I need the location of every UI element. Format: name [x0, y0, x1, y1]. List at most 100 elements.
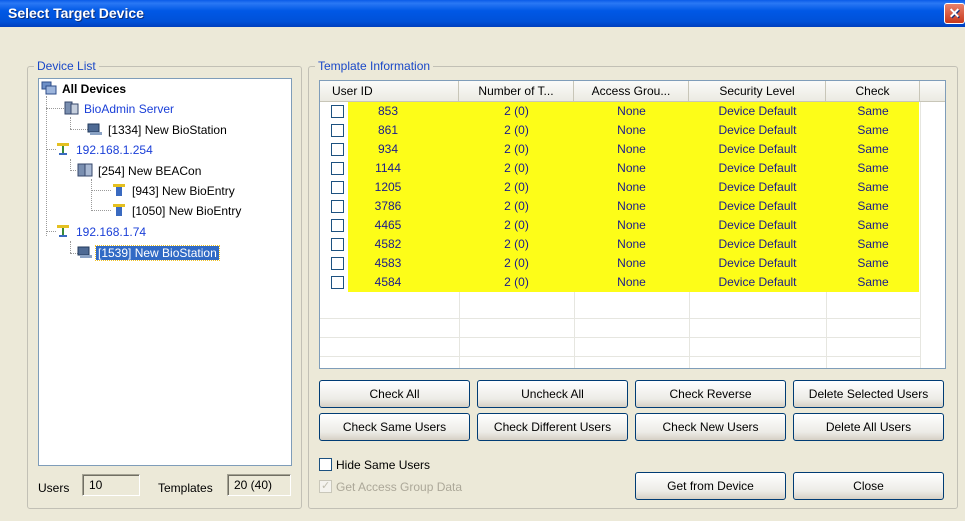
- biostation-icon: [87, 122, 103, 136]
- server-icon: [63, 101, 79, 115]
- all-devices-icon: [41, 81, 57, 95]
- cell-check: Same: [857, 256, 889, 270]
- cell-check: Same: [857, 142, 889, 156]
- title-bar: Select Target Device ✕: [0, 0, 965, 27]
- check-all-button[interactable]: Check All: [319, 380, 470, 408]
- tree-node-1334-biostation[interactable]: [1334] New BioStation: [87, 121, 229, 140]
- hide-same-users-checkbox[interactable]: [319, 458, 332, 471]
- cell-access-group: None: [617, 180, 646, 194]
- close-window-button[interactable]: ✕: [944, 3, 965, 24]
- row-checkbox[interactable]: [331, 219, 344, 232]
- row-checkbox[interactable]: [331, 143, 344, 156]
- device-list-legend: Device List: [34, 59, 99, 73]
- get-access-group-data-checkbox: [319, 479, 332, 493]
- tree-node-192-168-1-254[interactable]: 192.168.1.254: [55, 141, 155, 160]
- hide-same-users-option[interactable]: Hide Same Users: [319, 458, 430, 474]
- cell-security-level: Device Default: [718, 218, 797, 232]
- cell-check: Same: [857, 199, 889, 213]
- row-checkbox[interactable]: [331, 200, 344, 213]
- tree-node-1539-biostation[interactable]: [1539] New BioStation: [77, 244, 220, 263]
- get-access-group-data-label: Get Access Group Data: [336, 480, 463, 494]
- delete-all-users-button[interactable]: Delete All Users: [793, 413, 944, 441]
- table-row[interactable]: 934 2 (0) None Device Default Same: [320, 140, 920, 159]
- tree-node-all-devices[interactable]: All Devices: [41, 80, 128, 99]
- device-tree[interactable]: All Devices BioAdmin Server [1334] New B…: [38, 78, 292, 466]
- tree-node-943-bioentry[interactable]: [943] New BioEntry: [111, 182, 237, 201]
- bioentry-icon: [111, 203, 127, 217]
- cell-user-id: 4583: [374, 256, 402, 270]
- check-reverse-button[interactable]: Check Reverse: [635, 380, 786, 408]
- uncheck-all-button[interactable]: Uncheck All: [477, 380, 628, 408]
- cell-security-level: Device Default: [718, 237, 797, 251]
- cell-check: Same: [857, 237, 889, 251]
- cell-user-id: 861: [377, 123, 399, 137]
- table-row[interactable]: 3786 2 (0) None Device Default Same: [320, 197, 920, 216]
- cell-security-level: Device Default: [718, 142, 797, 156]
- cell-check: Same: [857, 123, 889, 137]
- row-checkbox[interactable]: [331, 238, 344, 251]
- table-row[interactable]: 1144 2 (0) None Device Default Same: [320, 159, 920, 178]
- table-row[interactable]: 4584 2 (0) None Device Default Same: [320, 273, 920, 292]
- check-different-users-button[interactable]: Check Different Users: [477, 413, 628, 441]
- cell-user-id: 853: [377, 104, 399, 118]
- tree-node-bioadmin-server[interactable]: BioAdmin Server: [63, 100, 176, 119]
- table-row[interactable]: 1205 2 (0) None Device Default Same: [320, 178, 920, 197]
- table-row[interactable]: 4582 2 (0) None Device Default Same: [320, 235, 920, 254]
- grid-header: User ID Number of T... Access Grou... Se…: [320, 81, 945, 102]
- close-button[interactable]: Close: [793, 472, 944, 500]
- column-user-id[interactable]: User ID: [320, 81, 459, 102]
- tree-node-1050-bioentry[interactable]: [1050] New BioEntry: [111, 202, 243, 221]
- templates-count: 20 (40): [227, 474, 291, 496]
- cell-check: Same: [857, 180, 889, 194]
- column-number-of-templates[interactable]: Number of T...: [459, 81, 574, 102]
- cell-user-id: 4465: [374, 218, 402, 232]
- bioentry-icon: [111, 183, 127, 197]
- cell-access-group: None: [617, 256, 646, 270]
- table-row[interactable]: 853 2 (0) None Device Default Same: [320, 102, 920, 121]
- cell-access-group: None: [617, 237, 646, 251]
- delete-selected-users-button[interactable]: Delete Selected Users: [793, 380, 944, 408]
- cell-user-id: 4584: [374, 275, 402, 289]
- cell-security-level: Device Default: [718, 180, 797, 194]
- row-checkbox[interactable]: [331, 162, 344, 175]
- cell-access-group: None: [617, 199, 646, 213]
- cell-num-templates: 2 (0): [504, 104, 529, 118]
- cell-num-templates: 2 (0): [504, 161, 529, 175]
- template-grid[interactable]: User ID Number of T... Access Grou... Se…: [319, 80, 946, 369]
- row-checkbox[interactable]: [331, 276, 344, 289]
- window-title: Select Target Device: [8, 5, 144, 21]
- check-new-users-button[interactable]: Check New Users: [635, 413, 786, 441]
- cell-user-id: 1205: [374, 180, 402, 194]
- cell-security-level: Device Default: [718, 275, 797, 289]
- templates-label: Templates: [158, 481, 213, 495]
- row-checkbox[interactable]: [331, 181, 344, 194]
- table-row[interactable]: 4583 2 (0) None Device Default Same: [320, 254, 920, 273]
- cell-access-group: None: [617, 218, 646, 232]
- users-count: 10: [82, 474, 140, 496]
- network-icon: [55, 142, 71, 156]
- tree-node-254-beacon[interactable]: [254] New BEACon: [77, 162, 203, 181]
- biostation-icon: [77, 245, 93, 259]
- row-checkbox[interactable]: [331, 257, 344, 270]
- cell-security-level: Device Default: [718, 104, 797, 118]
- cell-security-level: Device Default: [718, 123, 797, 137]
- tree-node-192-168-1-74[interactable]: 192.168.1.74: [55, 223, 148, 242]
- cell-check: Same: [857, 104, 889, 118]
- row-checkbox[interactable]: [331, 124, 344, 137]
- cell-check: Same: [857, 161, 889, 175]
- cell-user-id: 1144: [375, 161, 401, 175]
- row-checkbox[interactable]: [331, 105, 344, 118]
- cell-num-templates: 2 (0): [504, 123, 529, 137]
- column-check[interactable]: Check: [826, 81, 920, 102]
- cell-num-templates: 2 (0): [504, 256, 529, 270]
- hide-same-users-label: Hide Same Users: [336, 458, 431, 472]
- column-access-group[interactable]: Access Grou...: [574, 81, 689, 102]
- table-row[interactable]: 4465 2 (0) None Device Default Same: [320, 216, 920, 235]
- network-icon: [55, 224, 71, 238]
- check-same-users-button[interactable]: Check Same Users: [319, 413, 470, 441]
- column-security-level[interactable]: Security Level: [689, 81, 826, 102]
- cell-access-group: None: [617, 275, 646, 289]
- get-from-device-button[interactable]: Get from Device: [635, 472, 786, 500]
- table-row[interactable]: 861 2 (0) None Device Default Same: [320, 121, 920, 140]
- cell-security-level: Device Default: [718, 256, 797, 270]
